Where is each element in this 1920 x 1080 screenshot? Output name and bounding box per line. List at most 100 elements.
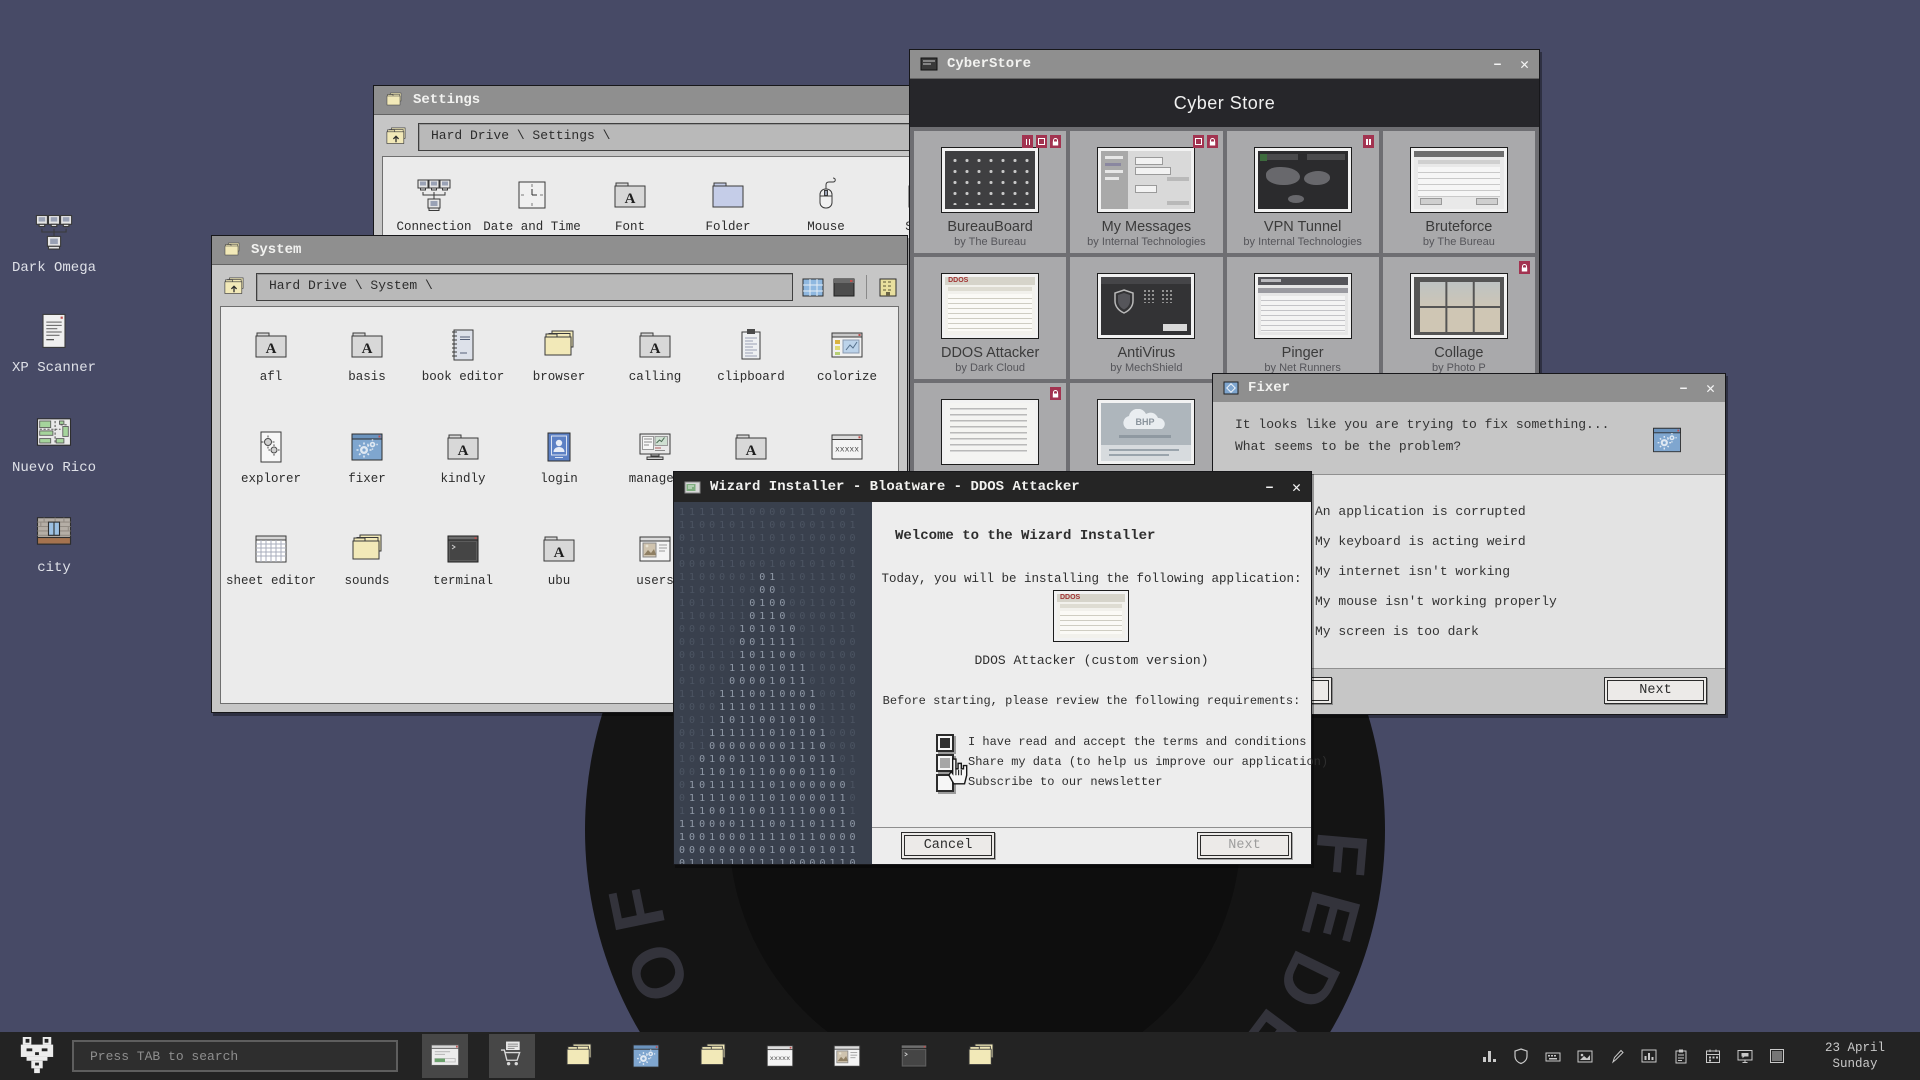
- lock-badge-icon: [1050, 387, 1061, 400]
- app-publisher: by Dark Cloud: [955, 362, 1025, 374]
- fixer-option-1[interactable]: My keyboard is acting weird: [1285, 533, 1526, 549]
- store-app-pinger[interactable]: Pinger by Net Runners: [1227, 257, 1379, 379]
- wizard-checkbox-0[interactable]: [936, 734, 954, 752]
- file-item-login[interactable]: login: [511, 421, 607, 523]
- app-name: Pinger: [1282, 345, 1324, 361]
- up-folder-button[interactable]: [221, 274, 247, 300]
- os-logo[interactable]: [18, 1036, 56, 1076]
- tray-picture-icon[interactable]: [1576, 1047, 1594, 1065]
- taskbar-app-folder-yellow[interactable]: [556, 1034, 602, 1078]
- up-folder-button[interactable]: [383, 124, 409, 150]
- file-item-clipboard[interactable]: clipboard: [703, 319, 799, 421]
- folder-a-icon: A: [635, 325, 675, 365]
- file-item-colorize[interactable]: colorize: [799, 319, 895, 421]
- fixer-option-4[interactable]: My screen is too dark: [1285, 623, 1479, 639]
- wizard-installer-window[interactable]: Wizard Installer - Bloatware - DDOS Atta…: [673, 471, 1312, 865]
- close-button[interactable]: ✕: [1706, 379, 1715, 398]
- close-button[interactable]: ✕: [1520, 55, 1529, 74]
- tray-calendar-icon[interactable]: [1704, 1047, 1722, 1065]
- notebook-icon: [443, 325, 483, 365]
- file-item-browser[interactable]: browser: [511, 319, 607, 421]
- wizard-checkbox-label-2: Subscribe to our newsletter: [968, 775, 1162, 789]
- tray-dither-icon[interactable]: [1768, 1047, 1786, 1065]
- clock-icon: [512, 175, 552, 215]
- app-publisher: by Internal Technologies: [1243, 236, 1361, 248]
- file-item-fixer[interactable]: fixer: [319, 421, 415, 523]
- taskbar-app-fixer[interactable]: [623, 1034, 669, 1078]
- desktop-icon-city[interactable]: city: [8, 510, 100, 610]
- login-icon: [539, 427, 579, 467]
- minimize-button[interactable]: –: [1265, 479, 1274, 496]
- file-item-label: terminal: [433, 574, 493, 589]
- fixer-option-3[interactable]: My mouse isn't working properly: [1285, 593, 1557, 609]
- file-item-sounds[interactable]: sounds: [319, 523, 415, 625]
- file-item-calling[interactable]: A calling: [607, 319, 703, 421]
- file-item-kindly[interactable]: A kindly: [415, 421, 511, 523]
- taskbar-app-list: xxxxx: [422, 1034, 1004, 1078]
- password-window-icon: xxxxx: [763, 1039, 797, 1073]
- store-app-bruteforce[interactable]: Bruteforce by The Bureau: [1383, 131, 1535, 253]
- tray-stats-icon[interactable]: [1480, 1047, 1498, 1065]
- fixer-option-2[interactable]: My internet isn't working: [1285, 563, 1510, 579]
- next-button[interactable]: Next: [1604, 677, 1707, 704]
- taskbar-app-image-window[interactable]: [824, 1034, 870, 1078]
- tray-chat-display-icon[interactable]: [1736, 1047, 1754, 1065]
- fixer-option-0[interactable]: An application is corrupted: [1285, 503, 1526, 519]
- store-app-ddos-attacker[interactable]: DDOS DDOS Attacker by Dark Cloud: [914, 257, 1066, 379]
- taskbar-app-cart[interactable]: [489, 1034, 535, 1078]
- taskbar-app-folder-yellow[interactable]: [690, 1034, 736, 1078]
- file-item-explorer[interactable]: explorer: [223, 421, 319, 523]
- building-icon[interactable]: [878, 277, 898, 298]
- desktop-icon-label: XP Scanner: [12, 360, 96, 376]
- cyberstore-titlebar[interactable]: CyberStore –✕: [910, 50, 1539, 79]
- app-screenshot-thumb: BHP: [1097, 399, 1195, 465]
- spreadsheet-icon: [251, 529, 291, 569]
- file-item-book-editor[interactable]: book editor: [415, 319, 511, 421]
- taskbar-tray: [1480, 1047, 1786, 1065]
- folder-icon: [222, 240, 242, 260]
- tray-pen-icon[interactable]: [1608, 1047, 1626, 1065]
- minimize-button[interactable]: –: [1679, 380, 1688, 397]
- cancel-button[interactable]: Cancel: [901, 832, 995, 859]
- fixer-titlebar[interactable]: Fixer –✕: [1213, 374, 1725, 403]
- next-button[interactable]: Next: [1197, 832, 1292, 859]
- store-app-antivirus[interactable]: AntiVirus by MechShield: [1070, 257, 1222, 379]
- view-grid-button[interactable]: [802, 278, 824, 297]
- desktop-icon-xp-scanner[interactable]: XP Scanner: [8, 310, 100, 410]
- file-item-sheet-editor[interactable]: sheet editor: [223, 523, 319, 625]
- window-badge-icon: [1036, 135, 1047, 148]
- taskbar-app-folder-yellow[interactable]: [958, 1034, 1004, 1078]
- store-app-bureauboard[interactable]: BureauBoard by The Bureau: [914, 131, 1066, 253]
- tray-chart-window-icon[interactable]: [1640, 1047, 1658, 1065]
- app-name: BureauBoard: [947, 219, 1032, 235]
- taskbar-app-installer[interactable]: [422, 1034, 468, 1078]
- taskbar-app-password-window[interactable]: xxxxx: [757, 1034, 803, 1078]
- store-app-vpn-tunnel[interactable]: VPN Tunnel by Internal Technologies: [1227, 131, 1379, 253]
- file-item-label: Date and Time: [483, 220, 581, 235]
- file-item-label: clipboard: [717, 370, 785, 385]
- tray-shield-icon[interactable]: [1512, 1047, 1530, 1065]
- fixer-option-label: My mouse isn't working properly: [1315, 594, 1557, 609]
- tray-clipboard-icon[interactable]: [1672, 1047, 1690, 1065]
- network-icon: [32, 210, 76, 254]
- file-item-afl[interactable]: A afl: [223, 319, 319, 421]
- file-item-basis[interactable]: A basis: [319, 319, 415, 421]
- close-button[interactable]: ✕: [1292, 478, 1301, 497]
- store-app-collage[interactable]: Collage by Photo P: [1383, 257, 1535, 379]
- minimize-button[interactable]: –: [1493, 56, 1502, 73]
- file-item-terminal[interactable]: terminal: [415, 523, 511, 625]
- desktop-icon-nuevo-rico[interactable]: Nuevo Rico: [8, 410, 100, 510]
- file-item-label: book editor: [422, 370, 505, 385]
- desktop-icon-dark-omega[interactable]: Dark Omega: [8, 210, 100, 310]
- system-titlebar[interactable]: System: [212, 236, 907, 265]
- folder-a-icon: A: [731, 427, 771, 467]
- file-item-ubu[interactable]: A ubu: [511, 523, 607, 625]
- view-list-button[interactable]: [833, 278, 855, 297]
- wizard-titlebar[interactable]: Wizard Installer - Bloatware - DDOS Atta…: [674, 472, 1311, 503]
- tray-keyboard-icon[interactable]: [1544, 1047, 1562, 1065]
- system-address-bar[interactable]: Hard Drive \ System \: [256, 273, 793, 301]
- taskbar-search-input[interactable]: Press TAB to search: [72, 1040, 398, 1072]
- store-app-my-messages[interactable]: My Messages by Internal Technologies: [1070, 131, 1222, 253]
- taskbar-app-terminal[interactable]: [891, 1034, 937, 1078]
- taskbar-date[interactable]: 23 April Sunday: [1802, 1040, 1908, 1072]
